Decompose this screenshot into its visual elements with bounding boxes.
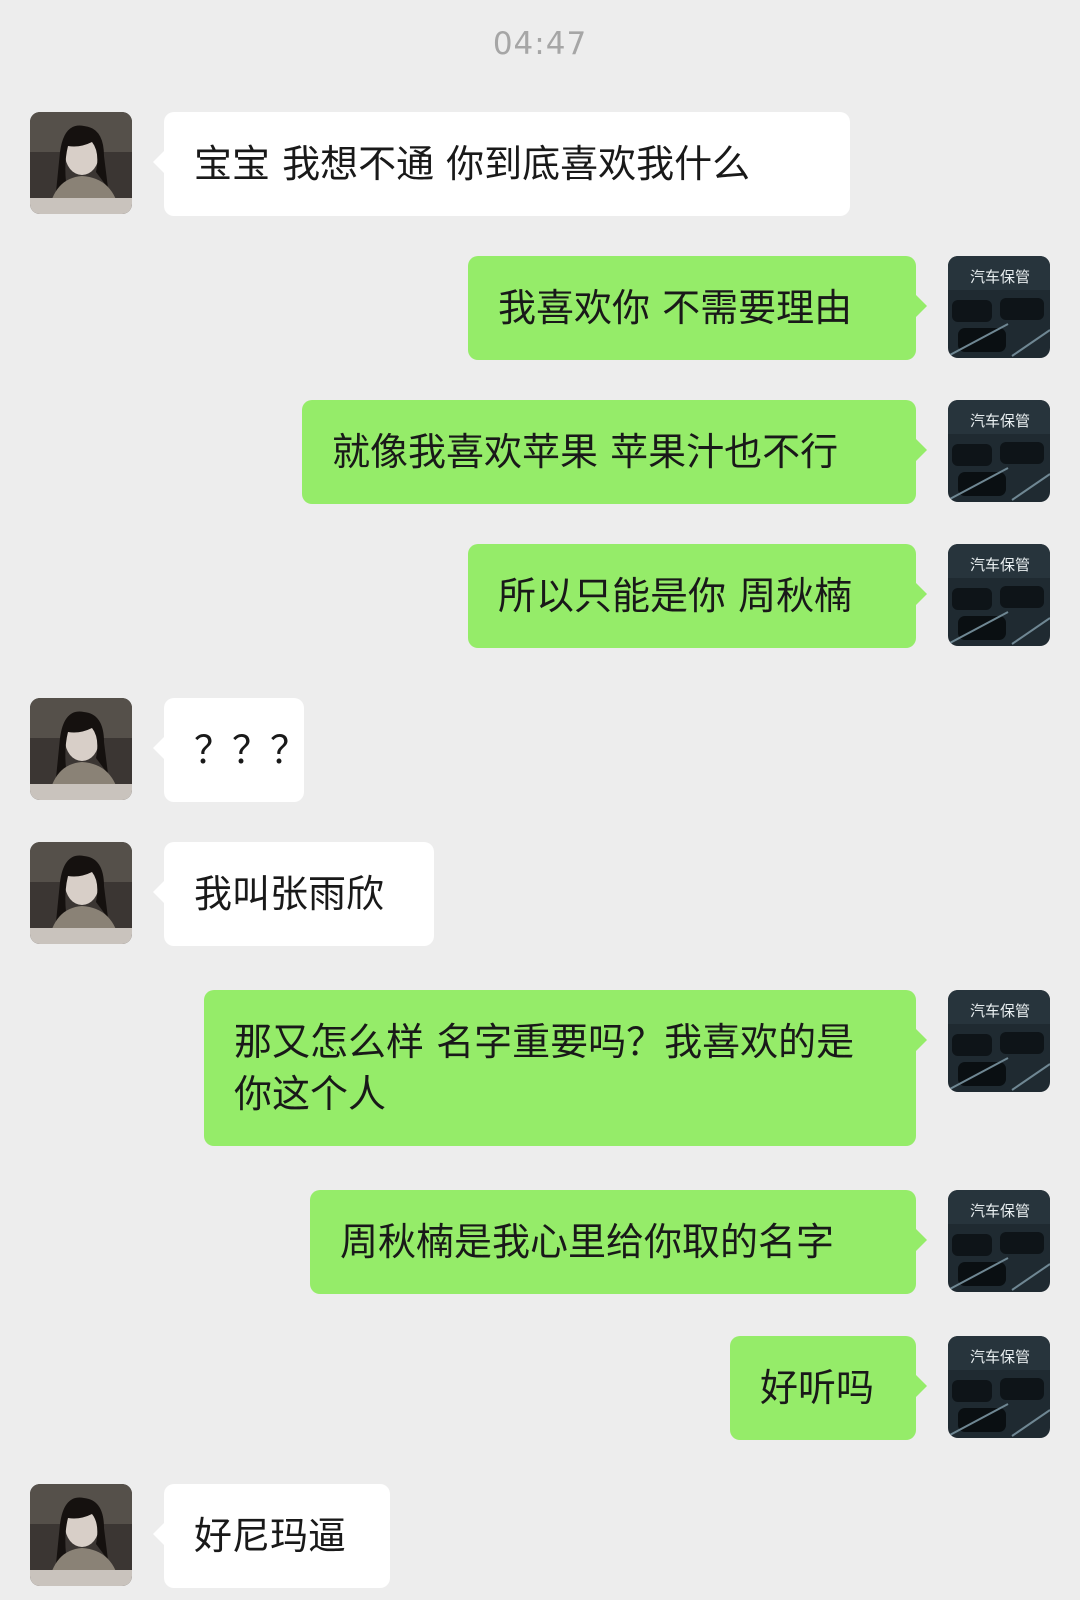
message-bubble[interactable]: 我喜欢你 不需要理由 xyxy=(468,256,927,360)
car-avatar-sign: 汽车保管 xyxy=(970,412,1030,430)
message-row: 就像我喜欢苹果 苹果汁也不行 汽车保管 xyxy=(0,400,1080,504)
car-avatar-sign: 汽车保管 xyxy=(970,1202,1030,1220)
message-row: 所以只能是你 周秋楠 汽车保管 xyxy=(0,544,1080,648)
girl-avatar-icon[interactable] xyxy=(30,112,132,214)
car-avatar-sign: 汽车保管 xyxy=(970,1348,1030,1366)
message-row: 我叫张雨欣 xyxy=(0,842,1080,946)
message-bubble[interactable]: 所以只能是你 周秋楠 xyxy=(468,544,927,648)
girl-avatar-icon[interactable] xyxy=(30,842,132,944)
message-bubble[interactable]: ？？？ xyxy=(153,698,308,802)
message-bubble[interactable]: 宝宝 我想不通 你到底喜欢我什么 xyxy=(153,112,850,216)
message-bubble[interactable]: 我叫张雨欣 xyxy=(153,842,434,946)
girl-avatar-icon[interactable] xyxy=(30,698,132,800)
message-row: 宝宝 我想不通 你到底喜欢我什么 xyxy=(0,112,1080,216)
message-row: 好听吗 汽车保管 xyxy=(0,1336,1080,1440)
car-avatar-icon[interactable]: 汽车保管 xyxy=(948,400,1050,502)
message-bubble[interactable]: 就像我喜欢苹果 苹果汁也不行 xyxy=(302,400,927,504)
car-avatar-sign: 汽车保管 xyxy=(970,556,1030,574)
car-avatar-sign: 汽车保管 xyxy=(970,268,1030,286)
message-bubble[interactable]: 好尼玛逼 xyxy=(153,1484,390,1588)
car-avatar-sign: 汽车保管 xyxy=(970,1002,1030,1020)
girl-avatar-icon[interactable] xyxy=(30,1484,132,1586)
chat-timestamp: 04:47 xyxy=(492,26,588,62)
message-row: 那又怎么样 名字重要吗？我喜欢的是你这个人 汽车保管 xyxy=(0,990,1080,1146)
car-avatar-icon[interactable]: 汽车保管 xyxy=(948,544,1050,646)
car-avatar-icon[interactable]: 汽车保管 xyxy=(948,1190,1050,1292)
message-row: 好尼玛逼 xyxy=(0,1484,1080,1588)
message-bubble[interactable]: 周秋楠是我心里给你取的名字 xyxy=(310,1190,927,1294)
message-row: 我喜欢你 不需要理由 汽车保管 xyxy=(0,256,1080,360)
message-row: ？？？ xyxy=(0,698,1080,802)
message-bubble[interactable]: 那又怎么样 名字重要吗？我喜欢的是你这个人 xyxy=(204,990,927,1146)
car-avatar-icon[interactable]: 汽车保管 xyxy=(948,1336,1050,1438)
car-avatar-icon[interactable]: 汽车保管 xyxy=(948,256,1050,358)
message-bubble[interactable]: 好听吗 xyxy=(730,1336,927,1440)
message-row: 周秋楠是我心里给你取的名字 汽车保管 xyxy=(0,1190,1080,1294)
car-avatar-icon[interactable]: 汽车保管 xyxy=(948,990,1050,1092)
